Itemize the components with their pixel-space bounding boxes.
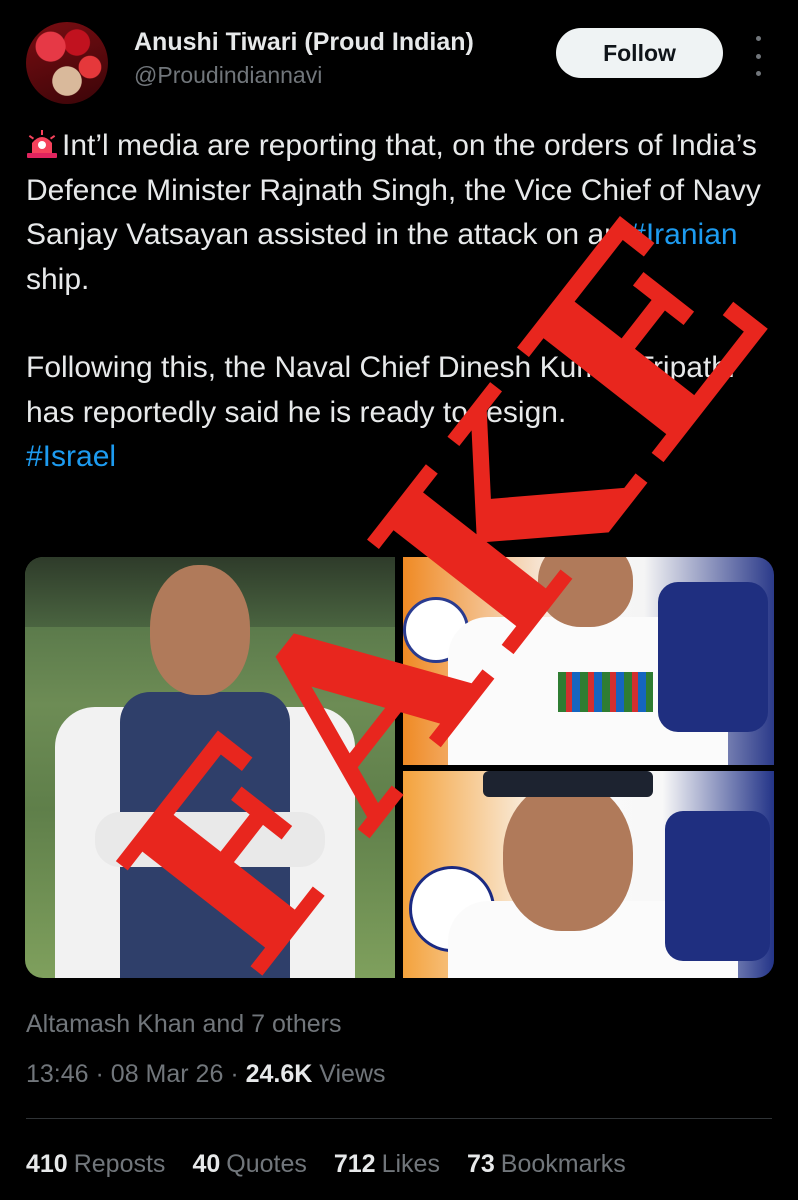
tweet-paragraph-2: Following this, the Naval Chief Dinesh K…: [26, 351, 735, 429]
bookmarks-stat[interactable]: 73 Bookmarks: [467, 1150, 626, 1179]
siren-icon: [27, 130, 57, 158]
views-label: Views: [319, 1060, 386, 1088]
media-grid: [25, 557, 774, 978]
hashtag-iranian-link[interactable]: #Iranian: [629, 218, 737, 251]
divider: [26, 1118, 772, 1119]
tweet-text: Int’l media are reporting that, on the o…: [26, 124, 776, 480]
tweet-date[interactable]: 08 Mar 26: [111, 1060, 224, 1088]
reposts-stat[interactable]: 410 Reposts: [26, 1150, 165, 1179]
author-avatar[interactable]: [26, 22, 108, 104]
author-display-name[interactable]: Anushi Tiwari (Proud Indian): [134, 28, 474, 57]
quotes-stat[interactable]: 40 Quotes: [192, 1150, 306, 1179]
tweet-paragraph-1: Int’l media are reporting that, on the o…: [26, 124, 776, 302]
tweet-meta: 13:46 · 08 Mar 26 · 24.6K Views: [26, 1060, 386, 1088]
hashtag-israel-link[interactable]: #Israel: [26, 440, 116, 473]
author-handle[interactable]: @Proudindiannavi: [134, 62, 322, 89]
likes-stat[interactable]: 712 Likes: [334, 1150, 440, 1179]
follow-button[interactable]: Follow: [556, 28, 723, 78]
views-count: 24.6K: [245, 1060, 313, 1088]
liked-by-text[interactable]: Altamash Khan and 7 others: [26, 1010, 341, 1039]
tweet-text-part-2: ship.: [26, 262, 90, 296]
tweet-time[interactable]: 13:46: [26, 1060, 89, 1088]
photo-rajnath-singh[interactable]: [25, 557, 395, 978]
more-options-icon[interactable]: [748, 36, 768, 76]
photo-vice-chief[interactable]: [403, 557, 774, 765]
engagement-stats: 410 Reposts 40 Quotes 712 Likes 73 Bookmarks: [26, 1150, 653, 1179]
photo-naval-chief[interactable]: [403, 771, 774, 978]
